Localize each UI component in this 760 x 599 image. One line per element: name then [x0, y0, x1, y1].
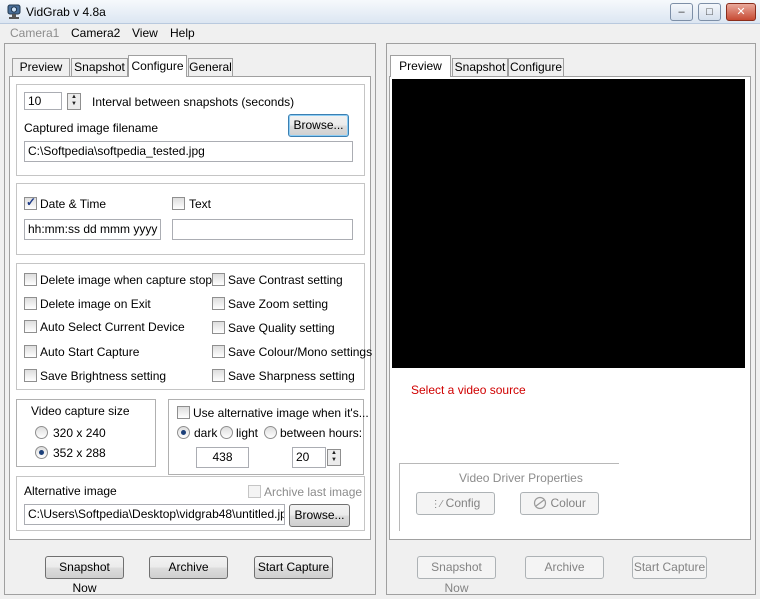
use-alt-image-checkbox[interactable] [177, 406, 190, 419]
light-label: light [236, 426, 259, 440]
hours-spinner[interactable]: ▲ ▼ [327, 449, 341, 466]
save-quality-label: Save Quality setting [228, 321, 335, 335]
menu-help[interactable]: Help [170, 26, 195, 40]
archive-button[interactable]: Archive [149, 556, 228, 579]
date-time-checkbox[interactable] [24, 195, 37, 210]
tab-configure-right[interactable]: Configure [508, 58, 564, 77]
menu-bar: Camera1 Camera2 View Help [0, 24, 760, 43]
right-start-capture-button[interactable]: Start Capture [632, 556, 707, 579]
size-352-radio[interactable] [35, 446, 48, 459]
snapshot-now-button[interactable]: Snapshot Now [45, 556, 124, 595]
between-hours-label: between hours: [280, 426, 363, 440]
delete-on-exit-label: Delete image on Exit [40, 297, 151, 311]
size-320-label: 320 x 240 [53, 426, 106, 440]
delete-on-exit-checkbox[interactable] [24, 297, 37, 310]
interval-input[interactable]: 10 [24, 92, 62, 110]
save-contrast-checkbox[interactable] [212, 273, 225, 286]
browse-alternative-button[interactable]: Browse... [289, 504, 350, 527]
dark-radio[interactable] [177, 426, 190, 439]
interval-label: Interval between snapshots (seconds) [92, 95, 295, 109]
tab-snapshot-right[interactable]: Snapshot [452, 58, 508, 77]
delete-on-stop-checkbox[interactable] [24, 273, 37, 286]
right-archive-button[interactable]: Archive [525, 556, 604, 579]
tab-configure-left[interactable]: Configure [128, 55, 187, 77]
colour-label: Colour [550, 496, 586, 510]
title-bar: VidGrab v 4.8a – □ ✕ [0, 0, 760, 24]
status-message: Select a video source [411, 383, 526, 397]
menu-camera1[interactable]: Camera1 [10, 26, 59, 40]
save-brightness-checkbox[interactable] [24, 369, 37, 382]
menu-camera2[interactable]: Camera2 [71, 26, 120, 40]
dark-label: dark [194, 426, 218, 440]
save-zoom-label: Save Zoom setting [228, 297, 329, 311]
archive-last-checkbox[interactable] [248, 485, 261, 498]
auto-start-capture-checkbox[interactable] [24, 345, 37, 358]
tab-preview-left[interactable]: Preview [12, 58, 70, 77]
tab-snapshot-left[interactable]: Snapshot [71, 58, 128, 77]
hours-input[interactable]: 20 [292, 447, 326, 468]
colour-icon [534, 496, 547, 510]
driver-colour-button[interactable]: Colour [520, 492, 599, 515]
menu-view[interactable]: View [132, 26, 158, 40]
overlay-text-input[interactable] [172, 219, 353, 240]
webcam-icon [7, 4, 21, 19]
date-time-label: Date & Time [40, 197, 107, 211]
save-zoom-checkbox[interactable] [212, 297, 225, 310]
video-size-title: Video capture size [31, 404, 130, 418]
auto-start-capture-label: Auto Start Capture [40, 345, 140, 359]
save-sharpness-checkbox[interactable] [212, 369, 225, 382]
start-capture-button[interactable]: Start Capture [254, 556, 333, 579]
archive-last-label: Archive last image [264, 485, 363, 499]
alternative-image-path[interactable]: C:\Users\Softpedia\Desktop\vidgrab48\unt… [24, 504, 285, 525]
size-320-radio[interactable] [35, 426, 48, 439]
driver-properties-title: Video Driver Properties [459, 471, 583, 485]
close-button[interactable]: ✕ [726, 3, 756, 21]
maximize-button[interactable]: □ [698, 3, 721, 21]
driver-config-button[interactable]: ⋮⁄ Config [416, 492, 495, 515]
tab-general-left[interactable]: General [188, 58, 233, 77]
tab-preview-right[interactable]: Preview [390, 55, 451, 77]
save-sharpness-label: Save Sharpness setting [228, 369, 355, 383]
interval-spinner[interactable]: ▲ ▼ [67, 93, 81, 110]
driver-group-line-top [399, 463, 619, 464]
use-alt-image-label: Use alternative image when it's... [193, 406, 369, 420]
config-label: Config [445, 496, 481, 510]
browse-filename-button[interactable]: Browse... [288, 114, 349, 137]
text-checkbox[interactable] [172, 197, 185, 210]
save-quality-checkbox[interactable] [212, 321, 225, 334]
driver-group-line-left [399, 463, 400, 531]
auto-select-device-checkbox[interactable] [24, 320, 37, 333]
between-hours-radio[interactable] [264, 426, 277, 439]
filename-label: Captured image filename [24, 121, 159, 135]
right-snapshot-now-button[interactable]: Snapshot Now [417, 556, 496, 595]
video-preview-area [392, 79, 745, 368]
window-title: VidGrab v 4.8a [26, 5, 106, 19]
save-colour-mono-checkbox[interactable] [212, 345, 225, 358]
date-format-input[interactable]: hh:mm:ss dd mmm yyyy [24, 219, 161, 240]
save-colour-mono-label: Save Colour/Mono settings [228, 345, 373, 359]
config-icon: ⋮⁄ [430, 499, 443, 510]
delete-on-stop-label: Delete image when capture stops [40, 273, 219, 287]
filename-input[interactable]: C:\Softpedia\softpedia_tested.jpg [24, 141, 353, 162]
light-radio[interactable] [220, 426, 233, 439]
darkness-threshold-field[interactable]: 438 [196, 447, 249, 468]
minimize-button[interactable]: – [670, 3, 693, 21]
size-352-label: 352 x 288 [53, 446, 106, 460]
alternative-image-label: Alternative image [24, 484, 117, 498]
text-label: Text [189, 197, 212, 211]
save-contrast-label: Save Contrast setting [228, 273, 343, 287]
save-brightness-label: Save Brightness setting [40, 369, 167, 383]
auto-select-device-label: Auto Select Current Device [40, 320, 185, 334]
